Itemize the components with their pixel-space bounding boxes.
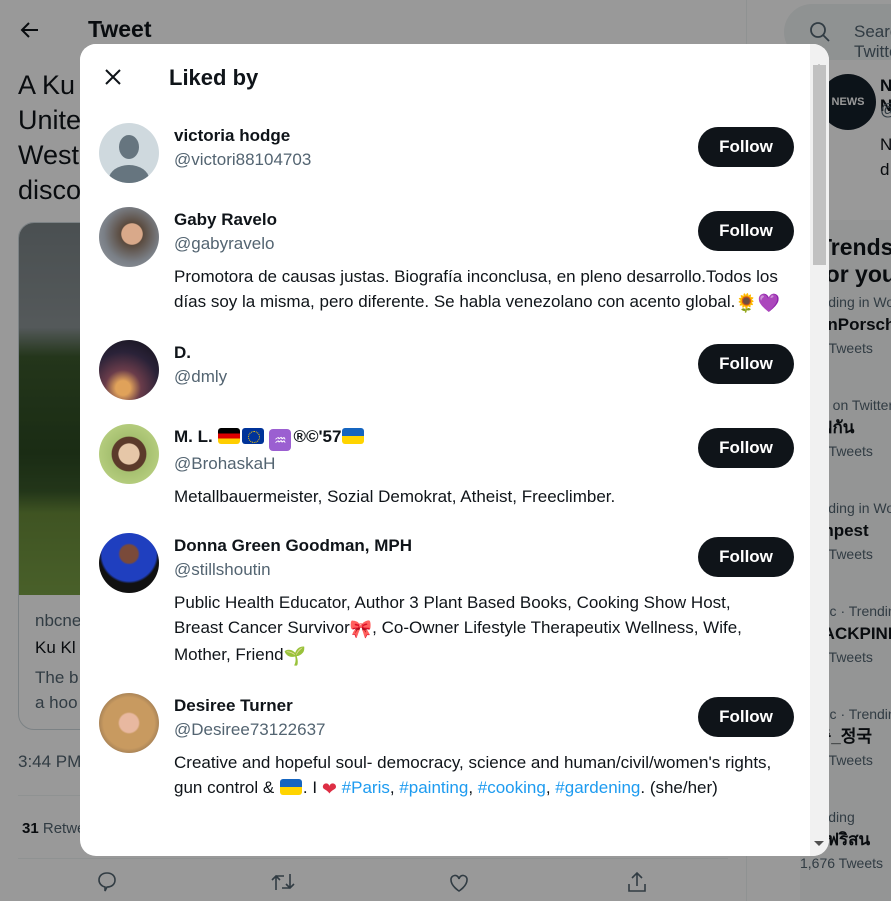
user-name[interactable]: D. <box>174 342 227 364</box>
user-bio: Public Health Educator, Author 3 Plant B… <box>174 590 794 669</box>
scrollbar[interactable] <box>810 44 829 856</box>
user-cell[interactable]: Donna Green Goodman, MPH @stillshoutin F… <box>80 521 810 681</box>
tweet-page: Tweet A KuUniteWestdisco nbcnews.com Ku … <box>0 0 891 901</box>
ukraine-flag-icon <box>342 428 365 444</box>
user-name[interactable]: Gaby Ravelo <box>174 209 277 231</box>
user-handle[interactable]: @Desiree73122637 <box>174 717 325 742</box>
hashtag-link[interactable]: #Paris <box>342 778 390 797</box>
user-cell[interactable]: Gaby Ravelo @gabyravelo Follow Promotora… <box>80 195 810 328</box>
follow-button[interactable]: Follow <box>698 428 794 468</box>
user-handle[interactable]: @victori88104703 <box>174 147 311 172</box>
hashtag-link[interactable]: #painting <box>399 778 468 797</box>
follow-button[interactable]: Follow <box>698 211 794 251</box>
close-icon <box>105 69 121 85</box>
user-name[interactable]: Desiree Turner <box>174 695 325 717</box>
purple-heart-icon: 💜 <box>757 293 781 313</box>
user-bio: Metallbauermeister, Sozial Demokrat, Ath… <box>174 487 616 506</box>
user-bio: Creative and hopeful soul- democracy, sc… <box>174 750 794 802</box>
aquarius-icon: ♒ <box>269 429 292 451</box>
bio-text: . I <box>302 778 318 797</box>
user-cell[interactable]: Desiree Turner @Desiree73122637 Follow C… <box>80 681 810 814</box>
follow-button[interactable]: Follow <box>698 127 794 167</box>
user-handle[interactable]: @stillshoutin <box>174 557 412 582</box>
avatar[interactable] <box>99 533 159 593</box>
close-button[interactable] <box>96 60 130 94</box>
bio-text: (she/her) <box>649 778 718 797</box>
follow-button[interactable]: Follow <box>698 697 794 737</box>
user-handle[interactable]: @gabyravelo <box>174 231 277 256</box>
user-handle[interactable]: @dmly <box>174 364 227 389</box>
hashtag-link[interactable]: #cooking <box>478 778 546 797</box>
user-bio: Promotora de causas justas. Biografía in… <box>174 264 794 316</box>
red-heart-icon: ❤ <box>321 779 337 799</box>
hashtag-link[interactable]: #gardening <box>555 778 640 797</box>
user-name-suffix: ®©'57 <box>293 427 342 446</box>
user-cell[interactable]: M. L. ♒ ®©'57 @BrohaskaH Follow Metallbau… <box>80 412 810 521</box>
user-name[interactable]: M. L. ♒ ®©'57 <box>174 426 365 451</box>
user-name-text: M. L. <box>174 427 213 446</box>
follow-button[interactable]: Follow <box>698 344 794 384</box>
liked-by-dialog: Liked by victoria hodge @victori88104703… <box>80 44 829 856</box>
user-cell[interactable]: victoria hodge @victori88104703 Follow <box>80 111 810 195</box>
bio-text: Promotora de causas justas. Biografía in… <box>174 267 778 311</box>
follow-button[interactable]: Follow <box>698 537 794 577</box>
user-cell[interactable]: D. @dmly Follow <box>80 328 810 412</box>
user-handle[interactable]: @BrohaskaH <box>174 451 365 476</box>
ukraine-flag-icon <box>279 779 302 795</box>
ribbon-icon: 🎀 <box>349 619 373 639</box>
germany-flag-icon <box>218 428 241 444</box>
avatar[interactable] <box>99 340 159 400</box>
user-name[interactable]: Donna Green Goodman, MPH <box>174 535 412 557</box>
avatar[interactable] <box>99 693 159 753</box>
dialog-title: Liked by <box>169 65 259 90</box>
user-name[interactable]: victoria hodge <box>174 125 311 147</box>
liked-by-list: victoria hodge @victori88104703 Follow G… <box>80 111 810 856</box>
dialog-header: Liked by <box>80 44 810 111</box>
eu-flag-icon <box>242 428 265 444</box>
scroll-thumb[interactable] <box>813 65 826 265</box>
sunflower-icon: 🌻 <box>735 293 758 313</box>
seedling-icon: 🌱 <box>283 646 307 666</box>
default-avatar-icon <box>109 135 149 183</box>
avatar[interactable] <box>99 207 159 267</box>
scroll-down-arrow-icon[interactable] <box>814 841 824 846</box>
avatar[interactable] <box>99 123 159 183</box>
avatar[interactable] <box>99 424 159 484</box>
